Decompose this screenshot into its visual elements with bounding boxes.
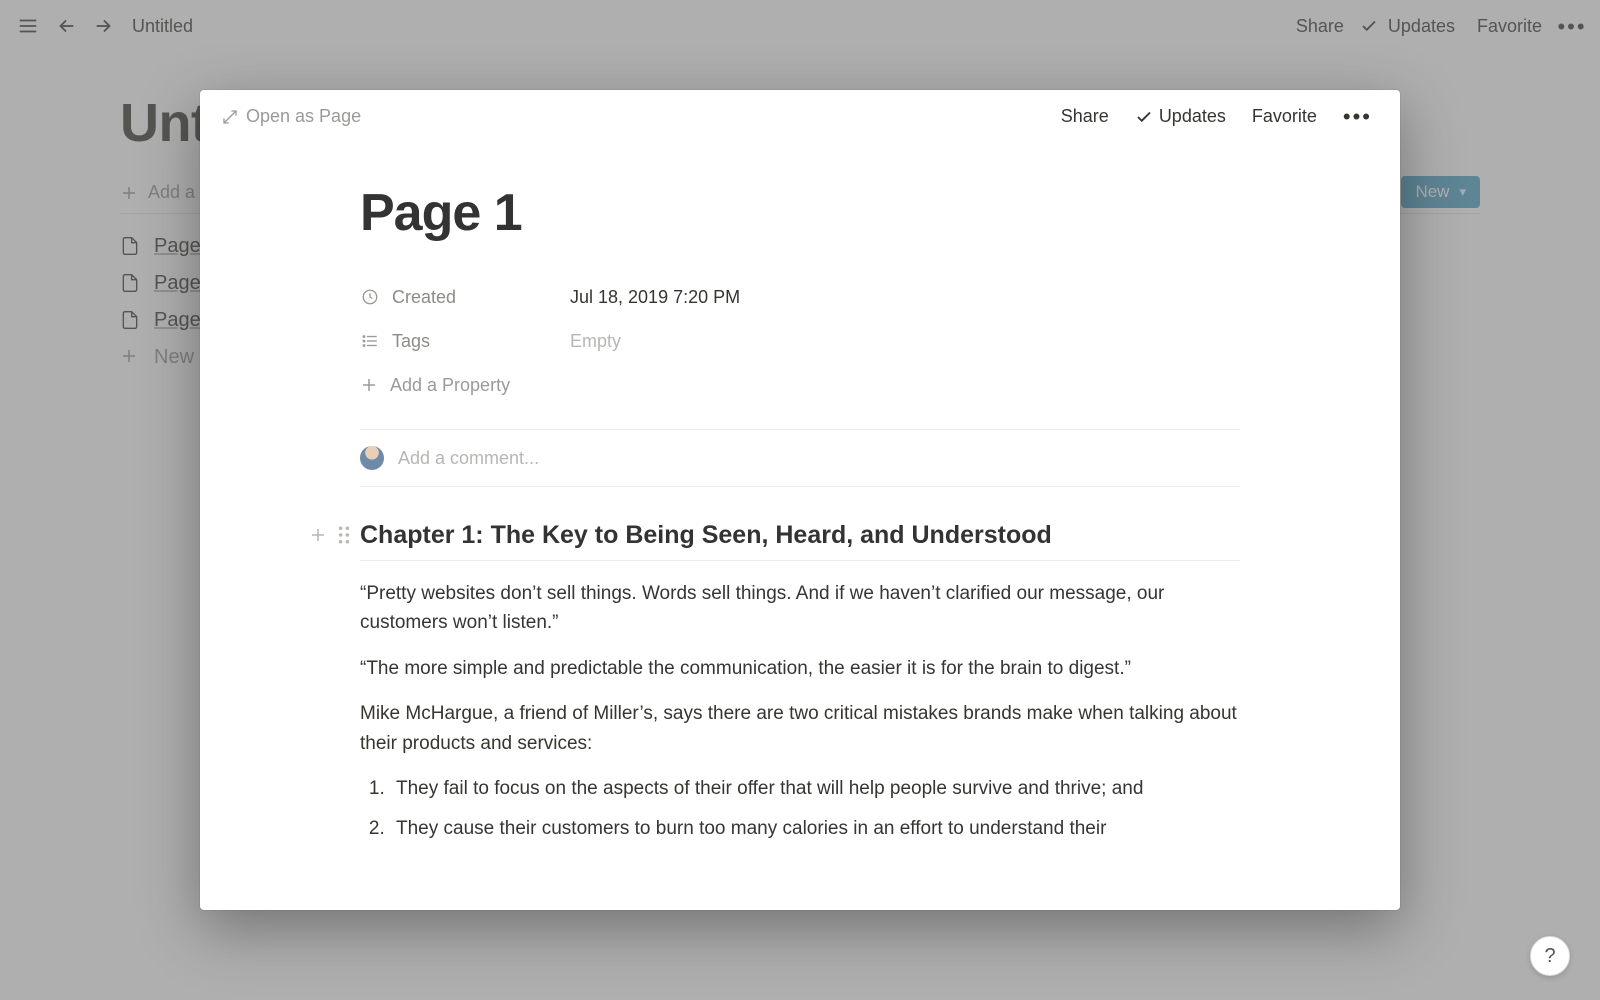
plus-icon[interactable] [308,525,328,545]
modal-top-bar: Open as Page Share Updates Favorite ••• [200,90,1400,143]
modal-favorite-button[interactable]: Favorite [1246,102,1323,131]
property-created[interactable]: Created Jul 18, 2019 7:20 PM [360,277,1240,317]
property-label: Tags [392,331,430,352]
paragraph[interactable]: Mike McHargue, a friend of Miller’s, say… [360,699,1240,758]
modal-share-button[interactable]: Share [1055,102,1115,131]
paragraph[interactable]: “Pretty websites don’t sell things. Word… [360,579,1240,638]
property-value: Empty [570,331,621,352]
comment-input[interactable]: Add a comment... [360,430,1240,487]
plus-icon [360,376,378,394]
open-as-page-button[interactable]: Open as Page [222,106,361,127]
modal-body: Page 1 Created Jul 18, 2019 7:20 PM Tags… [200,143,1400,910]
drag-handle-icon[interactable] [334,525,354,545]
help-button[interactable]: ? [1530,936,1570,976]
check-icon [1135,108,1153,126]
modal-updates-label: Updates [1159,106,1226,127]
paragraph[interactable]: “The more simple and predictable the com… [360,654,1240,683]
list-item[interactable]: They fail to focus on the aspects of the… [390,774,1240,803]
page-modal: Open as Page Share Updates Favorite ••• … [200,90,1400,910]
list-icon [360,331,380,351]
property-tags[interactable]: Tags Empty [360,321,1240,361]
expand-icon [222,109,238,125]
clock-icon [360,287,380,307]
comment-placeholder: Add a comment... [398,448,539,469]
heading-text: Chapter 1: The Key to Being Seen, Heard,… [360,521,1240,550]
heading-block[interactable]: Chapter 1: The Key to Being Seen, Heard,… [360,521,1240,550]
property-label: Created [392,287,456,308]
properties: Created Jul 18, 2019 7:20 PM Tags Empty … [360,277,1240,423]
ordered-list[interactable]: They fail to focus on the aspects of the… [360,774,1240,843]
property-value: Jul 18, 2019 7:20 PM [570,287,740,308]
page-title[interactable]: Page 1 [360,183,1240,243]
list-item[interactable]: They cause their customers to burn too m… [390,814,1240,843]
open-as-page-label: Open as Page [246,106,361,127]
add-property-label: Add a Property [390,375,510,396]
modal-more-icon[interactable]: ••• [1337,107,1378,126]
divider [360,560,1240,561]
avatar [360,446,384,470]
modal-updates-button[interactable]: Updates [1129,102,1232,131]
add-property-button[interactable]: Add a Property [360,365,1240,405]
